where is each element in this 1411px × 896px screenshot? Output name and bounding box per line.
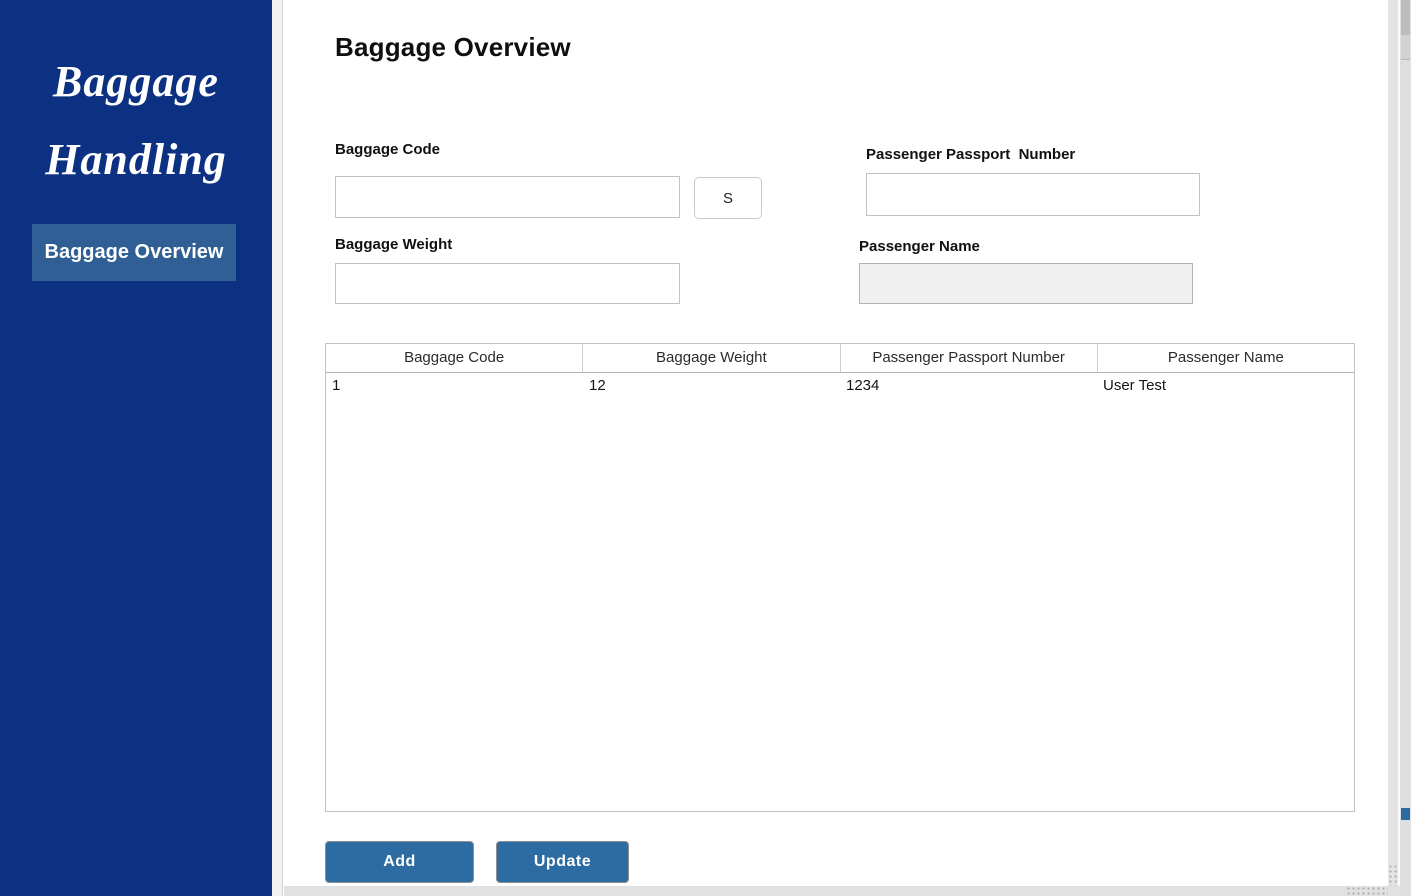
inner-vertical-scrollbar-track[interactable] xyxy=(1388,0,1400,886)
window-vertical-scrollbar[interactable] xyxy=(1400,0,1411,896)
column-header-passenger-passport-number[interactable]: Passenger Passport Number xyxy=(841,344,1098,372)
sidebar-item-baggage-overview[interactable]: Baggage Overview xyxy=(32,224,236,281)
cell-passenger-name: User Test xyxy=(1097,373,1354,401)
column-header-baggage-weight[interactable]: Baggage Weight xyxy=(583,344,840,372)
baggage-weight-label: Baggage Weight xyxy=(335,236,452,253)
scrollbar-accent-marker xyxy=(1401,808,1410,820)
add-button[interactable]: Add xyxy=(325,841,474,883)
table-row[interactable]: 1 12 1234 User Test xyxy=(326,373,1354,401)
scrollbar-thumb[interactable] xyxy=(1401,0,1410,35)
page-title: Baggage Overview xyxy=(335,32,571,63)
cell-baggage-weight: 12 xyxy=(583,373,840,401)
horizontal-scrollbar[interactable] xyxy=(284,886,1400,896)
table-header-row: Baggage Code Baggage Weight Passenger Pa… xyxy=(326,344,1354,373)
search-button[interactable]: S xyxy=(694,177,762,219)
inner-scrollbar-grip xyxy=(1388,864,1398,886)
cell-baggage-code: 1 xyxy=(326,373,583,401)
baggage-weight-input[interactable] xyxy=(335,263,680,304)
app-window: Baggage Handling Baggage Overview Baggag… xyxy=(0,0,1411,896)
baggage-code-input[interactable] xyxy=(335,176,680,218)
sidebar: Baggage Handling Baggage Overview xyxy=(0,0,272,896)
brand-title-line2: Handling xyxy=(0,134,272,185)
update-button[interactable]: Update xyxy=(496,841,629,883)
sidebar-content-divider xyxy=(272,0,283,896)
scrollbar-track-segment xyxy=(1401,35,1410,60)
passenger-passport-number-label: Passenger Passport Number xyxy=(866,146,1075,163)
passenger-passport-number-input[interactable] xyxy=(866,173,1200,216)
column-header-baggage-code[interactable]: Baggage Code xyxy=(326,344,583,372)
horizontal-scrollbar-grip xyxy=(1346,886,1388,896)
brand-title-line1: Baggage xyxy=(0,56,272,107)
passenger-name-label: Passenger Name xyxy=(859,238,980,255)
cell-passenger-passport-number: 1234 xyxy=(840,373,1097,401)
column-header-passenger-name[interactable]: Passenger Name xyxy=(1098,344,1354,372)
baggage-table: Baggage Code Baggage Weight Passenger Pa… xyxy=(325,343,1355,812)
passenger-name-input xyxy=(859,263,1193,304)
baggage-code-label: Baggage Code xyxy=(335,141,440,158)
